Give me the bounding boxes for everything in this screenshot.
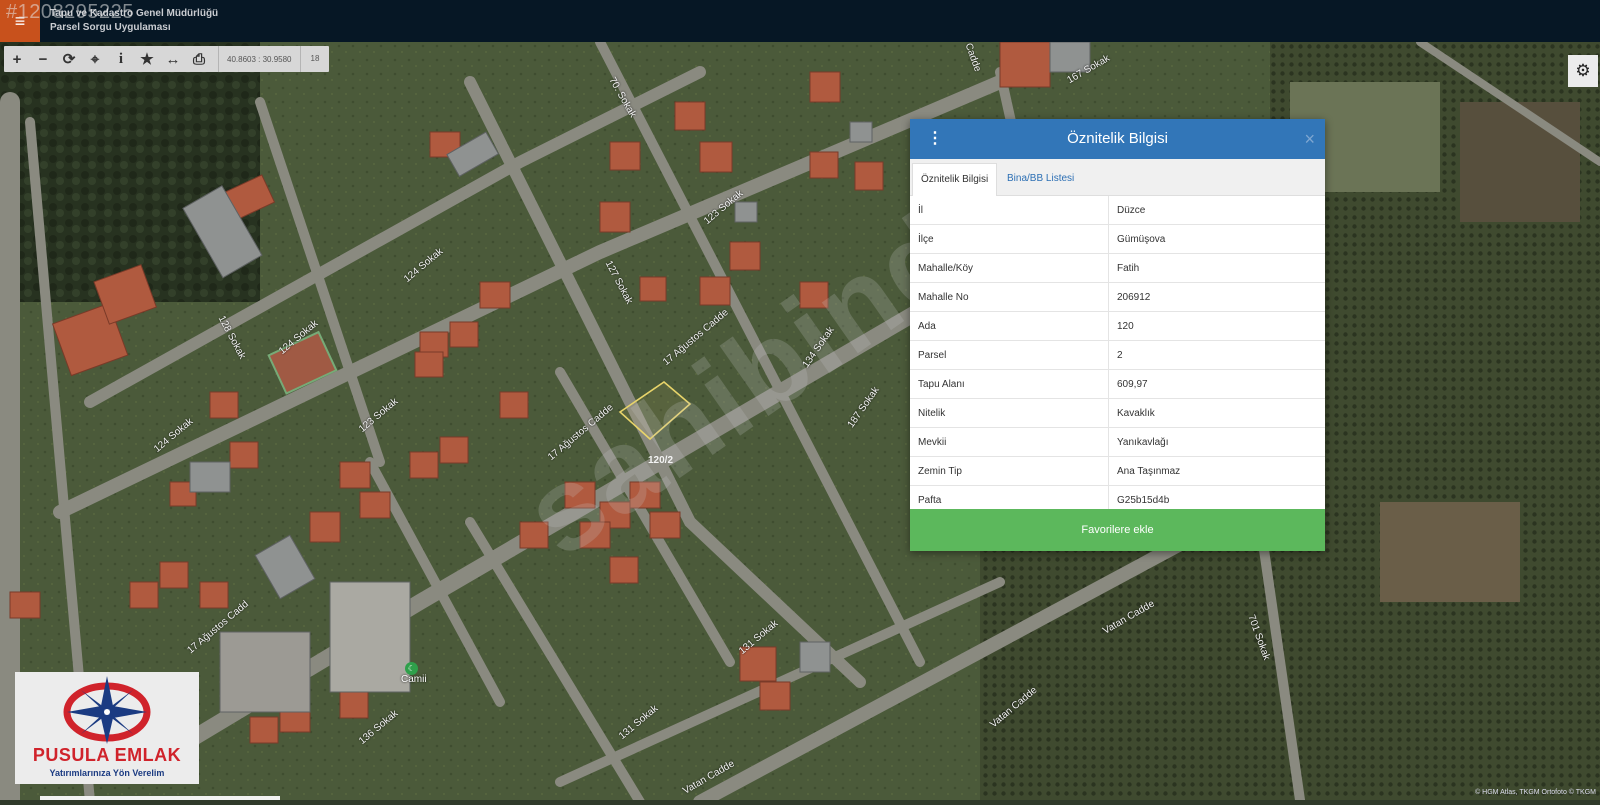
attr-key: Mevkii (910, 427, 1109, 457)
measure-icon[interactable]: ↔ (160, 46, 186, 72)
table-row: Ada 120 (910, 311, 1325, 341)
add-to-favorites-button[interactable]: Favorilere ekle (910, 509, 1325, 551)
locate-icon[interactable]: ⌖ (82, 46, 108, 72)
app-header: Tapu ve Kadastro Genel Müdürlüğü Parsel … (0, 0, 1600, 42)
attr-value: 120 (1108, 311, 1325, 341)
dialog-tabs: Öznitelik Bilgisi Bina/BB Listesi (910, 159, 1325, 196)
attribute-table: İl Düzce İlçe Gümüşova Mahalle/Köy Fatih Ma… (910, 196, 1325, 515)
table-row: Zemin Tip Ana Taşınmaz (910, 456, 1325, 486)
zoom-in-icon[interactable]: + (4, 46, 30, 72)
zoom-level: 18 (299, 46, 330, 72)
poi-label-camii: Camii (401, 674, 427, 685)
table-row: Mevkii Yanıkavlağı (910, 427, 1325, 457)
table-row: Mahalle/Köy Fatih (910, 253, 1325, 283)
table-row: Mahalle No 206912 (910, 282, 1325, 312)
attr-value: Gümüşova (1108, 224, 1325, 254)
table-row: İl Düzce (910, 196, 1325, 225)
attr-key: İlçe (910, 224, 1109, 254)
dialog-header: ⋮ Öznitelik Bilgisi × (910, 119, 1325, 159)
attr-key: İl (910, 196, 1109, 225)
table-row: Tapu Alanı 609,97 (910, 369, 1325, 399)
attr-key: Ada (910, 311, 1109, 341)
table-row: İlçe Gümüşova (910, 224, 1325, 254)
table-row: Nitelik Kavaklık (910, 398, 1325, 428)
attr-value: Fatih (1108, 253, 1325, 283)
coordinate-readout: 40.8603 : 30.9580 (227, 54, 292, 64)
map-attribution: © HGM Atlas, TKGM Ortofoto © TKGM (1475, 789, 1596, 796)
attr-value: Ana Taşınmaz (1108, 456, 1325, 486)
logo-name: PUSULA EMLAK (32, 745, 182, 765)
attr-value: 2 (1108, 340, 1325, 370)
attr-key: Tapu Alanı (910, 369, 1109, 399)
attr-key: Nitelik (910, 398, 1109, 428)
info-icon[interactable]: i (108, 46, 134, 72)
attr-value: Yanıkavlağı (1108, 427, 1325, 457)
tab-oznitelik-bilgisi[interactable]: Öznitelik Bilgisi (912, 163, 998, 196)
attr-value: 609,97 (1108, 369, 1325, 399)
map-view[interactable]: sahibinden 120/2 70. Sokak 123 Sokak 127… (0, 37, 1600, 805)
tab-bina-bb-listesi[interactable]: Bina/BB Listesi (999, 163, 1082, 195)
zoom-out-icon[interactable]: − (30, 46, 56, 72)
attr-key: Parsel (910, 340, 1109, 370)
print-icon[interactable]: ⎙ (186, 46, 212, 72)
listing-id-overlay: #1208295225 (6, 1, 134, 23)
map-toolbar: + − ⟳ ⌖ i ★ ↔ ⎙ 40.8603 : 30.9580 18 (4, 46, 330, 72)
map-scale-strip (40, 796, 280, 800)
star-icon[interactable]: ★ (134, 46, 160, 72)
gear-icon[interactable]: ⚙ (1568, 55, 1598, 87)
attr-value: Düzce (1108, 196, 1325, 225)
close-icon[interactable]: × (1304, 129, 1315, 149)
company-logo: PUSULA EMLAK Yatırımlarınıza Yön Verelim (15, 672, 199, 784)
attr-key: Mahalle/Köy (910, 253, 1109, 283)
attr-key: Zemin Tip (910, 456, 1109, 486)
refresh-icon[interactable]: ⟳ (56, 46, 82, 72)
attribute-dialog: ⋮ Öznitelik Bilgisi × Öznitelik Bilgisi … (910, 119, 1325, 551)
logo-slogan: Yatırımlarınıza Yön Verelim (49, 768, 165, 778)
table-row: Parsel 2 (910, 340, 1325, 370)
attr-value: Kavaklık (1108, 398, 1325, 428)
parcel-label: 120/2 (648, 455, 674, 466)
dialog-title: Öznitelik Bilgisi (1067, 130, 1168, 147)
attr-value: 206912 (1108, 282, 1325, 312)
compass-icon (63, 676, 151, 744)
attr-key: Mahalle No (910, 282, 1109, 312)
